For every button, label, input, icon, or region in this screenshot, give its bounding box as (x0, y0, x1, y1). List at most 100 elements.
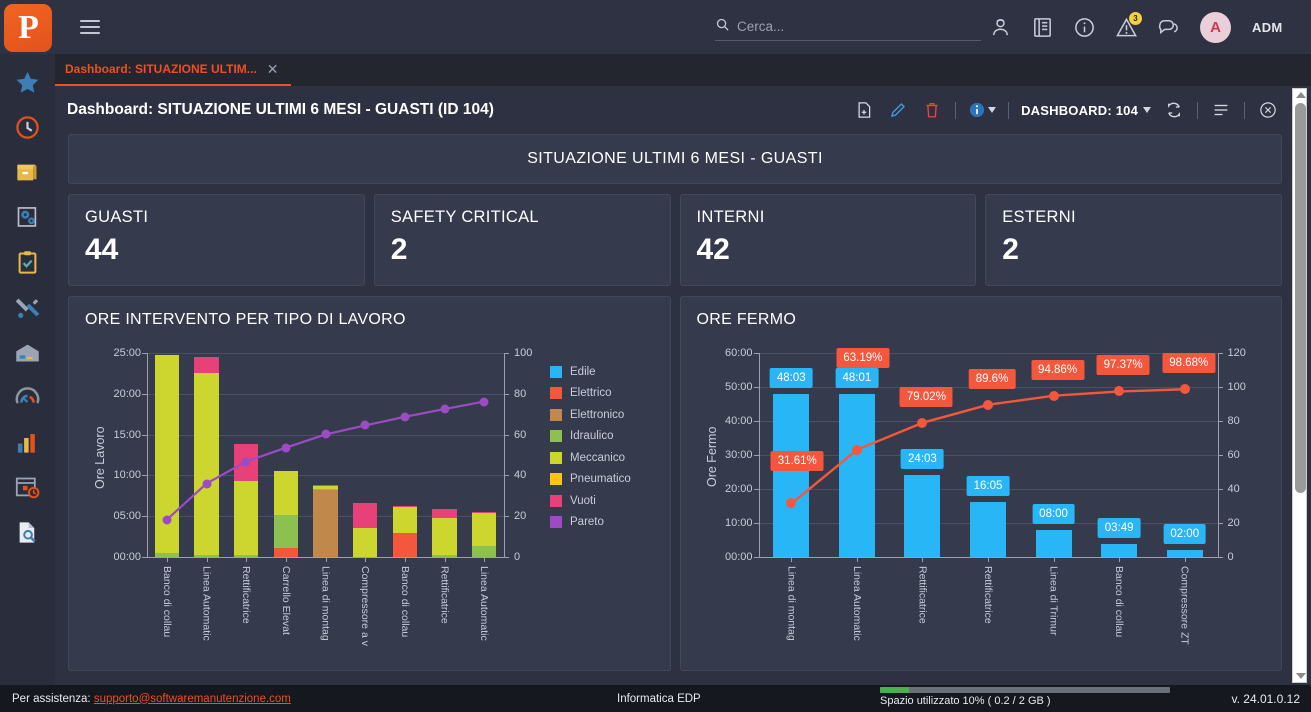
bar-segment (313, 486, 338, 489)
alert-warning-icon[interactable]: 3 (1111, 12, 1142, 42)
app-logo[interactable]: P (4, 4, 52, 52)
divider (1008, 101, 1010, 119)
x-tick-mark (791, 557, 793, 562)
sidebar-item-plants[interactable] (6, 197, 50, 242)
book-icon[interactable] (1027, 12, 1057, 42)
bar[interactable] (969, 502, 1007, 557)
divider (955, 101, 957, 119)
support-email-link[interactable]: supporto@softwaremanutenzione.com (94, 693, 291, 705)
sidebar-item-monitoring[interactable] (6, 377, 50, 422)
y2-axis-tick: 80 (514, 387, 527, 400)
kpi-card-guasti[interactable]: GUASTI 44 (68, 194, 365, 286)
legend-swatch (550, 387, 562, 400)
list-lines-icon[interactable] (1210, 99, 1232, 121)
legend-item[interactable]: Meccanico (550, 447, 631, 469)
new-document-icon[interactable] (853, 99, 875, 121)
refresh-icon[interactable] (1163, 99, 1185, 121)
kpi-value: 42 (696, 233, 730, 266)
x-tick-mark (325, 557, 327, 562)
legend-item[interactable]: Idraulico (550, 426, 631, 448)
vertical-scrollbar[interactable] (1292, 88, 1307, 683)
sidebar-item-activities[interactable] (6, 242, 50, 287)
bar-segment (471, 512, 497, 546)
dashboard-selector-label: DASHBOARD: 104 (1021, 102, 1138, 118)
sidebar-item-favorites[interactable] (6, 62, 50, 107)
bar-chart-icon (14, 429, 41, 461)
bar[interactable] (1035, 529, 1072, 557)
legend-item[interactable]: Elettrico (550, 383, 631, 405)
close-circle-icon[interactable] (1257, 99, 1279, 121)
pareto-point (400, 412, 410, 422)
y2-axis-tick: 100 (1227, 381, 1246, 393)
sidebar-item-statistics[interactable] (6, 422, 50, 467)
hamburger-icon[interactable] (80, 20, 100, 34)
chart-title: ORE FERMO (696, 311, 797, 328)
bar[interactable] (1166, 550, 1203, 557)
pareto-point (1048, 390, 1059, 401)
x-axis-label: Rettificatrice (916, 566, 929, 624)
x-axis-label: Linea Automatic (478, 566, 491, 641)
legend-item[interactable]: Elettronico (550, 404, 631, 426)
bar[interactable] (154, 355, 180, 557)
kpi-card-esterni[interactable]: ESTERNI 2 (985, 194, 1282, 286)
grid-line (758, 455, 1218, 456)
bar-segment (392, 506, 418, 534)
edit-pencil-icon[interactable] (887, 99, 909, 121)
kpi-card-safety-critical[interactable]: SAFETY CRITICAL 2 (373, 194, 671, 286)
chart-plot-area[interactable]: Ore Fermo 00:00 10:00 20:00 30:00 40:00 50:00 6… (697, 345, 1266, 655)
kpi-card-interni[interactable]: INTERNI 42 (679, 194, 977, 286)
info-circle-icon[interactable] (968, 99, 997, 121)
legend-swatch (550, 408, 562, 421)
legend-item[interactable]: Pareto (550, 512, 631, 534)
avatar[interactable]: A (1200, 11, 1231, 43)
legend-label: Vuoti (570, 494, 596, 507)
legend-item[interactable]: Vuoti (550, 490, 631, 512)
user-profile-icon[interactable] (985, 12, 1015, 42)
pareto-point (440, 404, 449, 414)
bar[interactable] (773, 393, 810, 557)
scrollbar-thumb[interactable] (1295, 103, 1306, 493)
sidebar-item-search[interactable] (6, 512, 50, 557)
legend-item[interactable]: Edile (550, 361, 631, 383)
bar[interactable] (838, 393, 875, 557)
bar[interactable] (1101, 544, 1138, 557)
y-axis-tick: 05:00 (113, 510, 141, 523)
sidebar (0, 54, 55, 695)
search-icon (715, 17, 737, 37)
bar[interactable] (392, 505, 418, 557)
bar[interactable] (313, 484, 338, 557)
sidebar-item-maintenance[interactable] (6, 287, 50, 332)
search-input[interactable] (737, 19, 957, 34)
bar[interactable] (432, 509, 457, 557)
chart-plot-area[interactable]: Ore Lavoro 00:00 05:00 10:00 15:00 20:00 25:00… (85, 345, 654, 655)
x-axis-label: Rettificatrice (438, 566, 451, 624)
bar[interactable] (352, 502, 378, 557)
legend-label: Meccanico (570, 451, 625, 464)
sidebar-item-archive[interactable] (6, 152, 50, 197)
bar[interactable] (904, 475, 941, 557)
bar-value-label: 08:00 (1032, 503, 1075, 524)
y2-axis-tick: 40 (514, 469, 527, 482)
delete-trash-icon[interactable] (921, 99, 943, 121)
y-axis-tick: 20:00 (724, 483, 753, 495)
bar[interactable] (471, 512, 497, 557)
dashboard-header: Dashboard: SITUAZIONE ULTIMI 6 MESI - GU… (55, 86, 1295, 134)
sidebar-item-recent[interactable] (6, 107, 50, 152)
bar[interactable] (273, 470, 299, 557)
bar-segment (432, 517, 457, 556)
info-icon[interactable] (1069, 12, 1099, 42)
legend-item[interactable]: Pneumatico (550, 469, 631, 491)
sidebar-item-warehouse[interactable] (6, 332, 50, 377)
search-box[interactable] (715, 13, 981, 41)
bar[interactable] (194, 356, 219, 557)
dashboard-selector[interactable]: DASHBOARD: 104 (1021, 103, 1151, 118)
dashboard-toolbar: DASHBOARD: 104 (853, 99, 1279, 121)
sidebar-item-planning[interactable] (6, 467, 50, 512)
tab-dashboard[interactable]: Dashboard: SITUAZIONE ULTIM... ✕ (55, 54, 291, 86)
chat-icon[interactable] (1153, 12, 1183, 42)
y2-tick-mark (1217, 557, 1223, 558)
scroll-down-icon[interactable] (1296, 673, 1306, 679)
assistance-prefix: Per assistenza: (12, 692, 91, 705)
scroll-up-icon[interactable] (1296, 92, 1306, 98)
close-icon[interactable]: ✕ (267, 62, 279, 76)
